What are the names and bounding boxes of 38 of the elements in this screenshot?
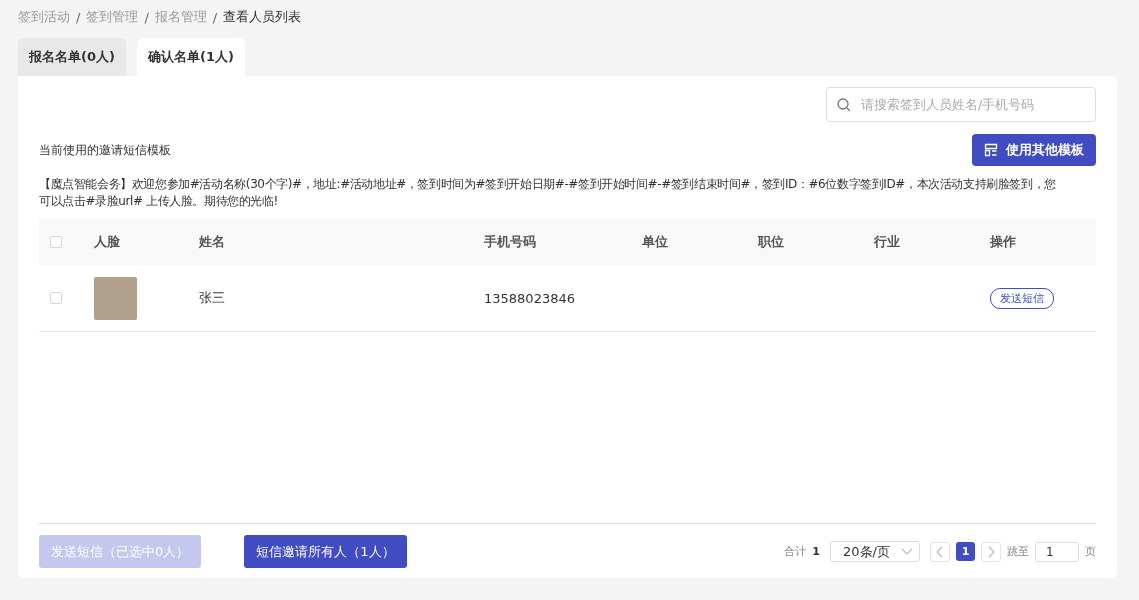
template-icon — [984, 143, 998, 157]
tab[interactable]: 确认名单(1人) — [136, 38, 245, 76]
table-cell-text: 13588023846 — [484, 290, 576, 306]
invite-all-button[interactable]: 短信邀请所有人（1人） — [244, 535, 407, 568]
column-header: 单位 — [642, 232, 669, 251]
breadcrumb-separator: / — [144, 9, 149, 25]
search-icon — [837, 98, 851, 112]
next-page-button[interactable] — [981, 541, 1001, 562]
row-checkbox[interactable] — [50, 292, 62, 304]
select-all-checkbox[interactable] — [50, 235, 62, 248]
search-field[interactable]: 请搜索签到人员姓名/手机号码 — [826, 87, 1096, 122]
jump-page-field[interactable]: 1 — [1035, 541, 1079, 562]
jump-label: 跳至 — [1007, 544, 1029, 559]
page-suffix: 页 — [1085, 544, 1096, 559]
chevron-left-icon — [936, 545, 944, 558]
column-header: 姓名 — [199, 232, 226, 251]
template-label: 当前使用的邀请短信模板 — [39, 141, 171, 159]
sms-template-text: 【魔点智能会务】欢迎您参加#活动名称(30个字)#，地址:#活动地址#，签到时间为#签到开始日期#-#签到开始时间#-#签到结束时间#，签到ID：#6位数字签到ID#，本次活动支持刷脸签到，您可以点击#录脸url# 上传人脸。期待您的光临! — [39, 176, 1057, 210]
column-header: 人脸 — [94, 232, 121, 251]
page-button[interactable]: 1 — [956, 542, 975, 561]
prev-page-button[interactable] — [930, 541, 950, 562]
column-header: 职位 — [758, 232, 785, 251]
total-count: 1 — [812, 545, 820, 558]
breadcrumb-separator: / — [212, 9, 218, 25]
table-cell-text: 张三 — [199, 289, 226, 307]
chevron-down-icon — [901, 547, 913, 556]
use-other-template-button[interactable]: 使用其他模板 — [972, 134, 1096, 166]
column-header: 操作 — [990, 232, 1017, 251]
column-header: 行业 — [874, 232, 901, 251]
breadcrumb-item: 查看人员列表 — [223, 8, 302, 26]
total-label: 合计 — [784, 544, 807, 559]
column-header: 手机号码 — [484, 232, 537, 251]
photo-placeholder — [94, 276, 137, 320]
send-sms-button[interactable]: 发送短信 — [990, 287, 1054, 309]
page-size-select[interactable]: 20条/页 — [830, 541, 920, 562]
breadcrumb-separator: / — [76, 9, 81, 25]
chevron-right-icon — [987, 545, 995, 558]
tab[interactable]: 报名名单(0人) — [18, 38, 126, 76]
